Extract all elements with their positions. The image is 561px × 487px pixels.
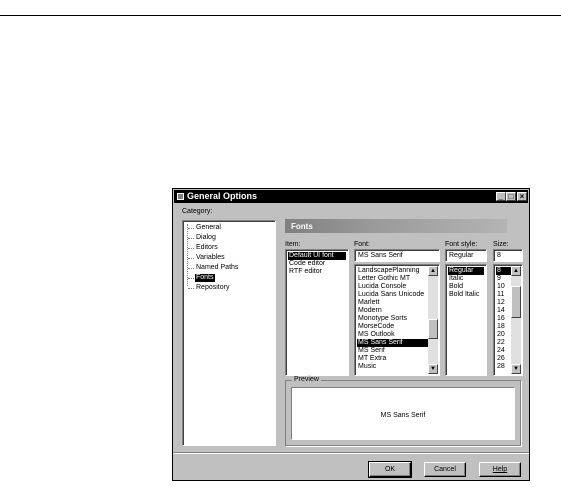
- font-style-list[interactable]: Regular Italic Bold Bold Italic: [445, 264, 487, 376]
- tree-item-fonts[interactable]: Fonts: [195, 274, 215, 282]
- preview-label: Preview: [292, 376, 321, 383]
- font-style-label: Font style:: [445, 241, 478, 248]
- font-list-item[interactable]: Lucida Console: [357, 283, 437, 291]
- size-list[interactable]: 8 9 10 11 12 14 16 18 20 22 24 26 28 ▲ ▼: [493, 264, 523, 376]
- tree-item-repository[interactable]: Repository: [195, 284, 230, 292]
- maximize-button[interactable]: □: [506, 192, 516, 201]
- tree-branch: [188, 268, 194, 269]
- tree-item-general[interactable]: General: [195, 224, 222, 232]
- tree-branch: [188, 228, 194, 229]
- ok-button[interactable]: OK: [368, 461, 412, 478]
- font-style-list-item[interactable]: Bold Italic: [448, 291, 484, 299]
- tree-branch: [188, 258, 194, 259]
- cancel-button[interactable]: Cancel: [424, 462, 466, 477]
- font-list-item[interactable]: LandscapePlanning: [357, 267, 437, 275]
- font-list-item[interactable]: MS Outlook: [357, 331, 437, 339]
- font-list[interactable]: LandscapePlanning Letter Gothic MT Lucida …: [354, 264, 440, 376]
- scroll-down-icon[interactable]: ▼: [511, 364, 521, 374]
- font-scrollbar[interactable]: ▲ ▼: [428, 266, 438, 374]
- font-list-item[interactable]: Letter Gothic MT: [357, 275, 437, 283]
- font-label: Font:: [354, 241, 370, 248]
- size-input[interactable]: 8: [493, 249, 523, 262]
- font-style-list-item[interactable]: Regular: [448, 267, 484, 275]
- title-bar[interactable]: General Options _ □ ×: [174, 190, 528, 203]
- font-style-list-item[interactable]: Bold: [448, 283, 484, 291]
- font-list-item[interactable]: Music: [357, 363, 437, 371]
- help-button-label: Help: [492, 466, 508, 473]
- font-list-item[interactable]: Lucida Sans Unicode: [357, 291, 437, 299]
- size-label: Size:: [493, 241, 509, 248]
- tree-branch: [188, 248, 194, 249]
- tree-connector: [187, 224, 188, 286]
- page-title: Fonts: [291, 222, 313, 231]
- font-list-item[interactable]: Modern: [357, 307, 437, 315]
- scroll-down-icon[interactable]: ▼: [428, 364, 438, 374]
- help-button[interactable]: Help: [479, 462, 521, 477]
- size-scrollbar[interactable]: ▲ ▼: [511, 266, 521, 374]
- item-label: Item:: [285, 241, 301, 248]
- scroll-up-icon[interactable]: ▲: [511, 266, 521, 276]
- item-list-item[interactable]: RTF editor: [288, 268, 346, 276]
- tree-branch: [188, 238, 194, 239]
- font-list-item[interactable]: MS Serif: [357, 347, 437, 355]
- scroll-thumb[interactable]: [428, 319, 438, 339]
- close-button[interactable]: ×: [517, 192, 527, 201]
- item-list-item[interactable]: Default UI font: [288, 252, 346, 260]
- preview-box: MS Sans Serif: [291, 387, 515, 440]
- scroll-up-icon[interactable]: ▲: [428, 266, 438, 276]
- minimize-button[interactable]: _: [496, 192, 506, 201]
- item-list-item[interactable]: Code editor: [288, 260, 346, 268]
- font-style-input[interactable]: Regular: [445, 249, 487, 262]
- font-list-item[interactable]: MorseCode: [357, 323, 437, 331]
- tree-branch: [188, 278, 194, 279]
- window-title: General Options: [187, 191, 258, 201]
- font-input[interactable]: MS Sans Serif: [354, 249, 440, 262]
- preview-text: MS Sans Serif: [380, 412, 426, 419]
- font-list-item[interactable]: Marlett: [357, 299, 437, 307]
- app-icon: [177, 193, 184, 200]
- category-tree[interactable]: General Dialog Editors Variables Named Paths…: [182, 220, 276, 446]
- scroll-thumb[interactable]: [511, 286, 521, 318]
- font-list-item[interactable]: Monotype Sorts: [357, 315, 437, 323]
- preview-group: Preview MS Sans Serif: [285, 376, 521, 446]
- item-list[interactable]: Default UI font Code editor RTF editor: [285, 249, 349, 376]
- page-header: Fonts: [285, 219, 507, 233]
- font-list-item[interactable]: MT Extra: [357, 355, 437, 363]
- category-label: Category:: [182, 208, 213, 215]
- font-list-item[interactable]: MS Sans Serif: [357, 339, 437, 347]
- tree-item-variables[interactable]: Variables: [195, 254, 226, 262]
- tree-item-editors[interactable]: Editors: [195, 244, 219, 252]
- general-options-dialog: General Options _ □ × Category: General D…: [172, 188, 530, 481]
- tree-branch: [188, 288, 194, 289]
- font-style-list-item[interactable]: Italic: [448, 275, 484, 283]
- tree-item-dialog[interactable]: Dialog: [195, 234, 217, 242]
- tree-item-named-paths[interactable]: Named Paths: [195, 264, 239, 272]
- page-top-rule: [0, 15, 561, 16]
- separator: [173, 452, 529, 454]
